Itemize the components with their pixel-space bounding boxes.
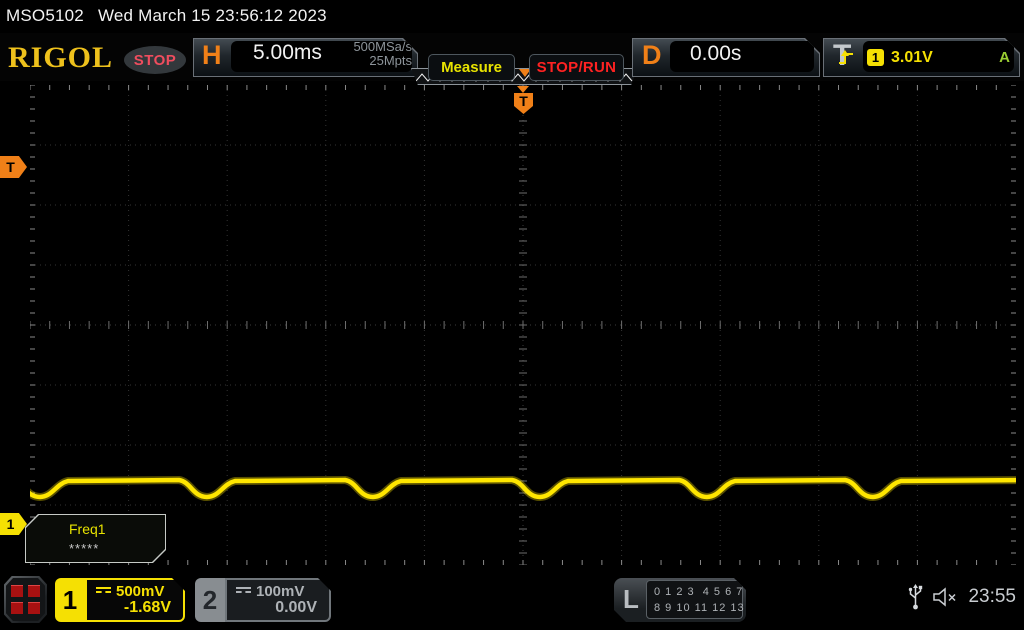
- trigger-position-icon[interactable]: [517, 86, 529, 93]
- datetime: Wed March 15 23:56:12 2023: [97, 6, 327, 25]
- waveform-display[interactable]: [0, 84, 1024, 566]
- clock: 23:55: [968, 586, 1016, 607]
- delay-value[interactable]: 0.00s: [690, 42, 741, 66]
- usb-icon: [909, 584, 923, 610]
- trigger-mode: A: [999, 49, 1010, 66]
- model-name: MSO5102: [6, 6, 84, 25]
- trigger-source-badge: 1: [867, 49, 884, 66]
- logic-label: L: [623, 584, 639, 614]
- delay-label: D: [642, 40, 662, 70]
- measure-button[interactable]: Measure: [428, 54, 515, 81]
- titlebar: MSO5102 Wed March 15 23:56:12 2023: [0, 0, 1024, 32]
- measurement-name: Freq1: [69, 521, 106, 537]
- menu-grid-icon: [6, 578, 45, 621]
- logic-channels-button[interactable]: L 0 1 2 3 4 5 6 7 8 9 10 11 12 13 14 15: [614, 578, 746, 622]
- stop-run-button[interactable]: STOP/RUN: [529, 54, 624, 81]
- dc-coupling-icon: [96, 587, 111, 596]
- menu-grid-button[interactable]: [4, 576, 47, 623]
- delay-panel[interactable]: D 0.00s: [632, 38, 820, 77]
- channel1-scale: 500mV: [116, 583, 165, 600]
- measurement-value: *****: [69, 541, 100, 556]
- measurement-box[interactable]: Freq1 *****: [25, 514, 166, 563]
- header-bar: RIGOL STOP H 5.00ms 500MSa/s 25Mpts Meas…: [0, 33, 1024, 85]
- trigger-panel[interactable]: T 1 3.01V A: [823, 38, 1020, 77]
- trigger-level-value[interactable]: 3.01V: [891, 49, 933, 67]
- channel2-offset: 0.00V: [275, 599, 317, 616]
- horizontal-label: H: [202, 40, 222, 70]
- channel2-number: 2: [195, 578, 225, 622]
- rising-edge-icon: [837, 49, 855, 66]
- channel2-button[interactable]: 2 100mV 0.00V: [195, 578, 331, 622]
- horizontal-panel[interactable]: H 5.00ms 500MSa/s 25Mpts: [193, 38, 418, 77]
- channel1-button[interactable]: 1 500mV -1.68V: [55, 578, 185, 622]
- timebase-value[interactable]: 5.00ms: [253, 41, 322, 65]
- trigger-level-marker[interactable]: T: [0, 156, 27, 178]
- channel1-offset: -1.68V: [123, 599, 171, 616]
- run-state-badge: STOP: [124, 46, 186, 74]
- speaker-muted-icon: [933, 587, 956, 607]
- logic-channel-list: 0 1 2 3 4 5 6 7 8 9 10 11 12 13 14 15: [646, 580, 743, 619]
- logic-row2: 8 9 10 11 12 13 14 15: [654, 601, 782, 614]
- dc-coupling-icon: [236, 587, 251, 596]
- logic-row1: 0 1 2 3 4 5 6 7: [654, 585, 744, 598]
- sample-rate: 500MSa/s: [353, 39, 412, 54]
- channel2-scale: 100mV: [256, 583, 305, 600]
- scope-canvas: [0, 84, 1024, 566]
- rigol-logo: RIGOL: [8, 41, 114, 74]
- memory-depth: 25Mpts: [369, 53, 412, 68]
- channel1-level-marker[interactable]: 1: [0, 513, 27, 535]
- channel1-number: 1: [55, 578, 85, 622]
- oscilloscope-screen: MSO5102 Wed March 15 23:56:12 2023 RIGOL…: [0, 0, 1024, 630]
- bottom-bar: 1 500mV -1.68V 2 100mV 0.00V L 0 1 2 3 4…: [0, 570, 1024, 630]
